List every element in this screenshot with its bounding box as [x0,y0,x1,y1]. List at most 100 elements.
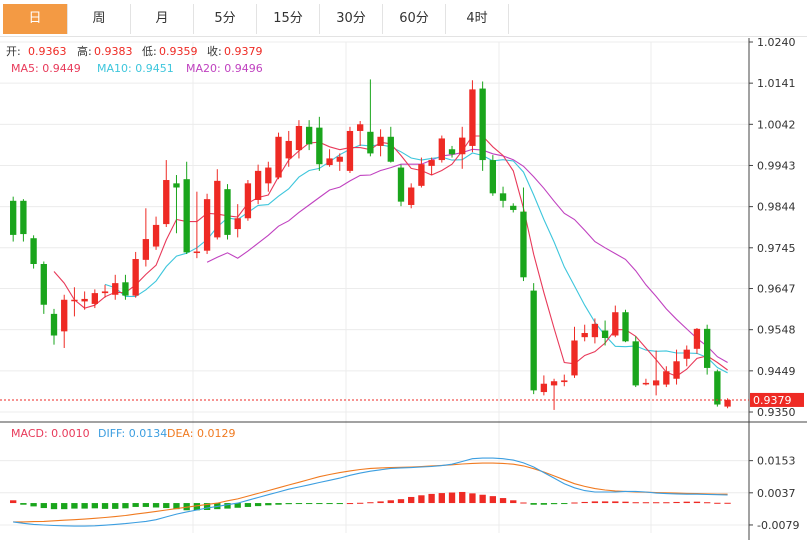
candle-body [71,299,78,302]
candle-body [561,380,568,383]
candle-body [571,340,578,376]
macd-bar [244,503,252,507]
candle-body [428,160,435,166]
candle-body [612,312,619,336]
macd-bar [377,501,384,504]
macd-bar [438,493,445,504]
macd-bar [418,495,425,504]
macd-bar [714,502,721,504]
macd-bar [40,503,47,509]
macd-bar [520,502,527,504]
macd-bar [479,494,486,504]
macd-bar [336,503,343,505]
close-label: 收: [207,44,222,58]
macd-bar [703,502,711,504]
candle-body [703,328,711,368]
macd-bar [285,503,292,505]
macd-bar [326,503,333,505]
macd-bar [652,502,660,504]
macd-bar [459,491,466,504]
candle-body [40,264,47,305]
candle-body [622,312,629,342]
candle-body [234,218,241,230]
macd-bar [265,503,272,506]
ma5-label: MA5: 0.9449 [11,62,81,75]
macd-panel [10,457,731,527]
candle-body [479,88,486,161]
macd-bar [132,503,139,507]
macd-bar [683,501,690,504]
macd-bar [642,502,650,504]
macd-bar [275,503,282,505]
candle-body [438,138,445,161]
macd-bar [612,501,619,504]
candle-body [499,193,507,201]
macd-bar [510,500,517,504]
high-label: 高: [77,44,92,58]
candle-body [540,383,548,393]
candle-body [448,149,456,155]
open-value: 0.9363 [28,45,67,58]
macd-info: MACD: 0.0010 DIFF: 0.0134 DEA: 0.0129 [11,427,235,440]
y-tick-label: 0.9844 [757,201,796,214]
macd-bar [122,503,129,509]
candle-body [336,156,343,162]
candle-body [132,259,139,296]
candle-body [173,183,180,188]
macd-bar [367,502,374,504]
y-tick-label: 1.0240 [757,36,796,49]
current-price-label: 0.9379 [753,394,792,407]
macd-bar [112,503,119,509]
candle-body [367,131,374,154]
macd-bar [305,503,313,505]
macd-bar [30,503,37,507]
candle-body [316,127,323,165]
ma10-line [104,144,728,374]
macd-bar [254,503,262,507]
macd-bar [724,502,731,504]
candle-body [357,124,364,131]
macd-bar [152,503,160,508]
macd-bar [673,501,680,504]
ma20-line [206,148,728,363]
candle-body [183,179,190,253]
candle-body [489,160,497,194]
macd-bar [20,503,27,505]
macd-bar [632,502,639,504]
ma20-label: MA20: 0.9496 [186,62,263,75]
ma10-label: MA10: 0.9451 [97,62,174,75]
macd-tick-label: 0.0037 [757,487,796,500]
macd-bar [499,498,507,504]
candle-body [275,136,282,178]
macd-bar [571,502,578,504]
candle-body [20,200,27,235]
macd-bar [142,503,150,507]
candle-body [397,167,405,202]
macd-bar [540,503,548,505]
macd-bar [601,501,609,504]
candle-body [693,328,701,349]
candle-body [10,200,17,235]
candle-body [673,361,680,379]
candle-body [377,136,384,146]
macd-bar [663,502,670,504]
macd-bar [397,499,405,504]
y-tick-label: 0.9350 [757,406,796,419]
candle-body [591,323,599,338]
candle-body [50,313,58,336]
candle-body [520,211,527,278]
candle-body [387,136,394,162]
candle-body [122,282,129,296]
candle-body [254,170,262,200]
candle-body [203,199,211,251]
open-label: 开: [6,45,21,58]
candle-body [683,349,690,359]
macd-bar [622,501,629,504]
candle-body [346,130,354,171]
macd-bar [428,493,435,504]
y-tick-label: 0.9647 [757,283,796,296]
macd-bar [530,503,537,505]
macd-bar [387,500,394,504]
candle-body [295,125,303,151]
macd-bar [408,496,415,504]
